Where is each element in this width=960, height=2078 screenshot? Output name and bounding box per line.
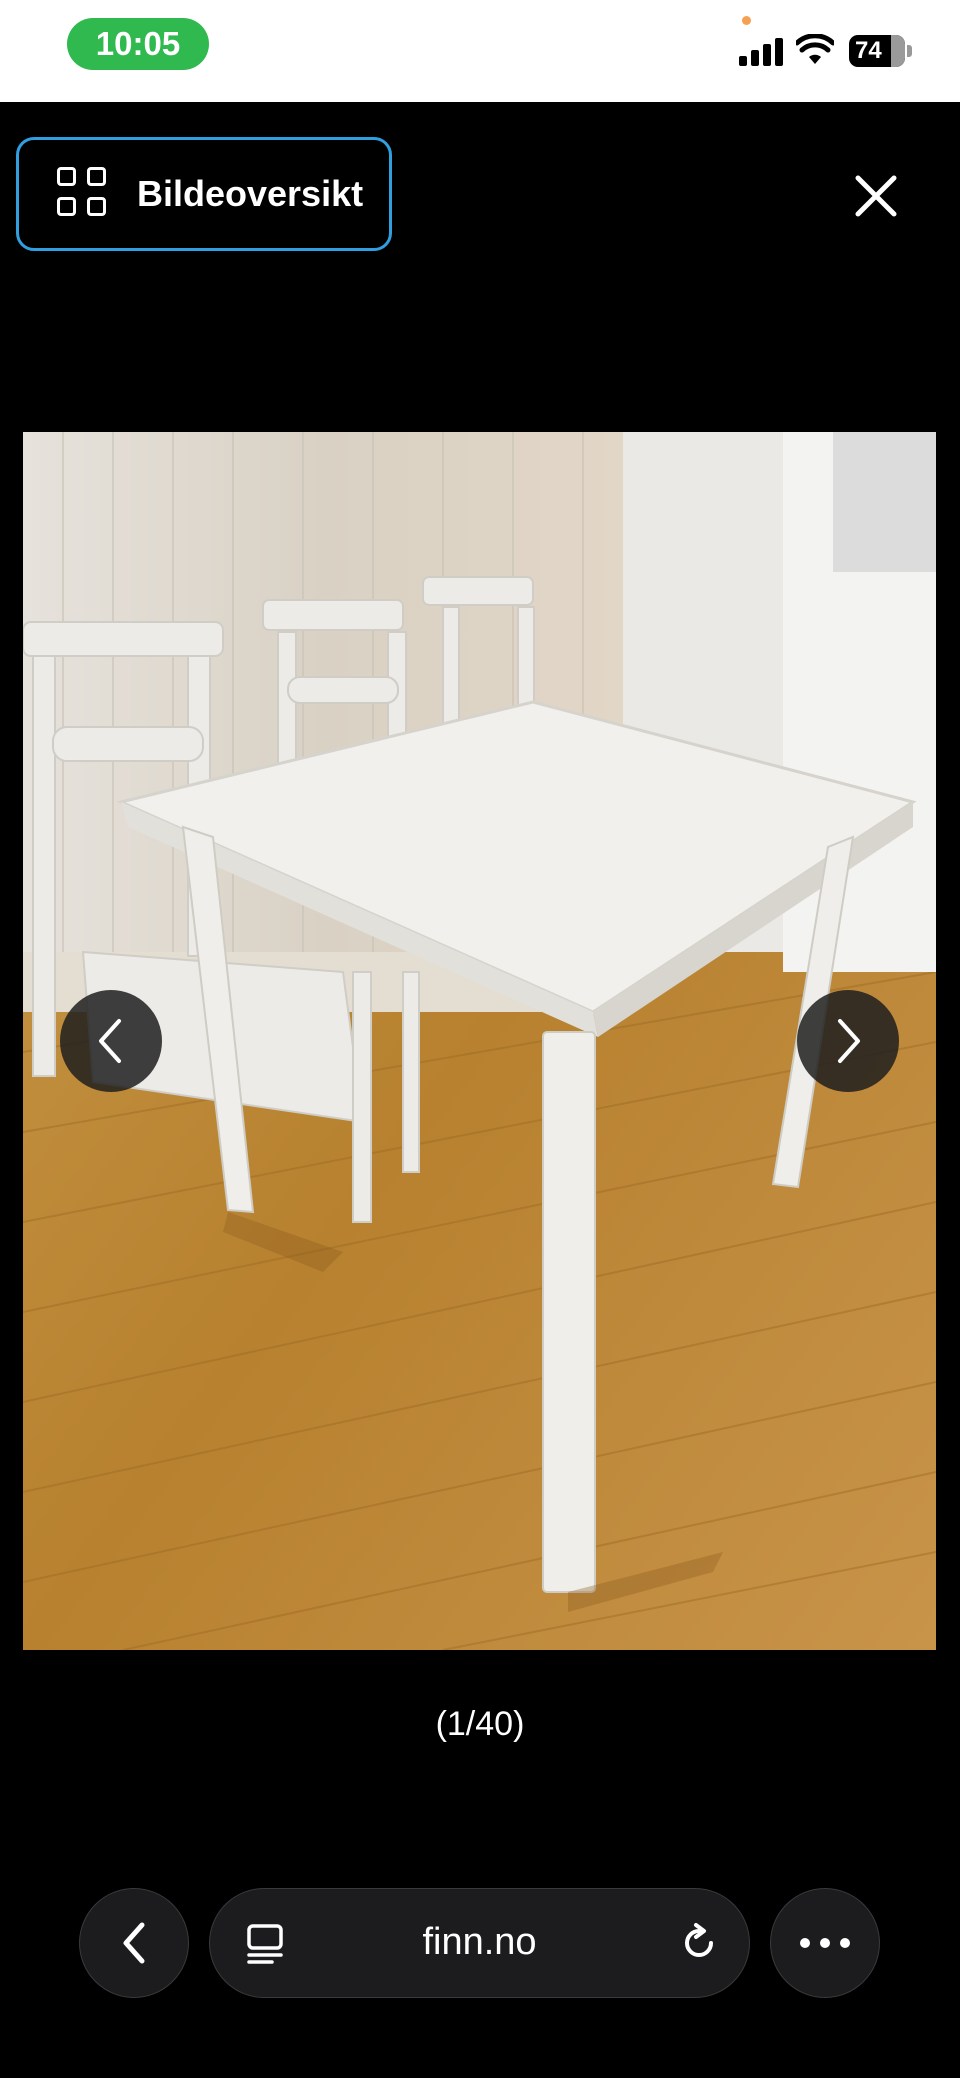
overview-label: Bildeoversikt <box>137 173 364 214</box>
battery-indicator: 74 <box>849 35 912 67</box>
grid-icon <box>57 167 111 221</box>
status-time: 10:05 <box>67 18 209 70</box>
image-overview-button[interactable]: Bildeoversikt <box>16 137 392 251</box>
more-options-button[interactable] <box>770 1888 880 1998</box>
address-bar[interactable]: finn.no <box>209 1888 750 1998</box>
previous-image-button[interactable] <box>60 990 162 1092</box>
chevron-left-icon <box>99 1019 121 1063</box>
status-bar: 10:05 74 <box>0 0 960 102</box>
more-icon <box>800 1938 850 1948</box>
url-text: finn.no <box>422 1921 537 1963</box>
privacy-indicator-dot <box>742 16 751 25</box>
close-icon[interactable] <box>846 166 906 226</box>
browser-back-button[interactable] <box>79 1888 189 1998</box>
chevron-right-icon <box>838 1019 860 1063</box>
next-image-button[interactable] <box>797 990 899 1092</box>
cellular-signal-icon <box>739 38 783 66</box>
back-icon <box>123 1922 145 1964</box>
wifi-icon <box>796 34 834 64</box>
image-counter: (1/40) <box>435 1705 525 1743</box>
reload-icon[interactable] <box>677 1921 721 1965</box>
battery-level: 74 <box>855 37 882 64</box>
